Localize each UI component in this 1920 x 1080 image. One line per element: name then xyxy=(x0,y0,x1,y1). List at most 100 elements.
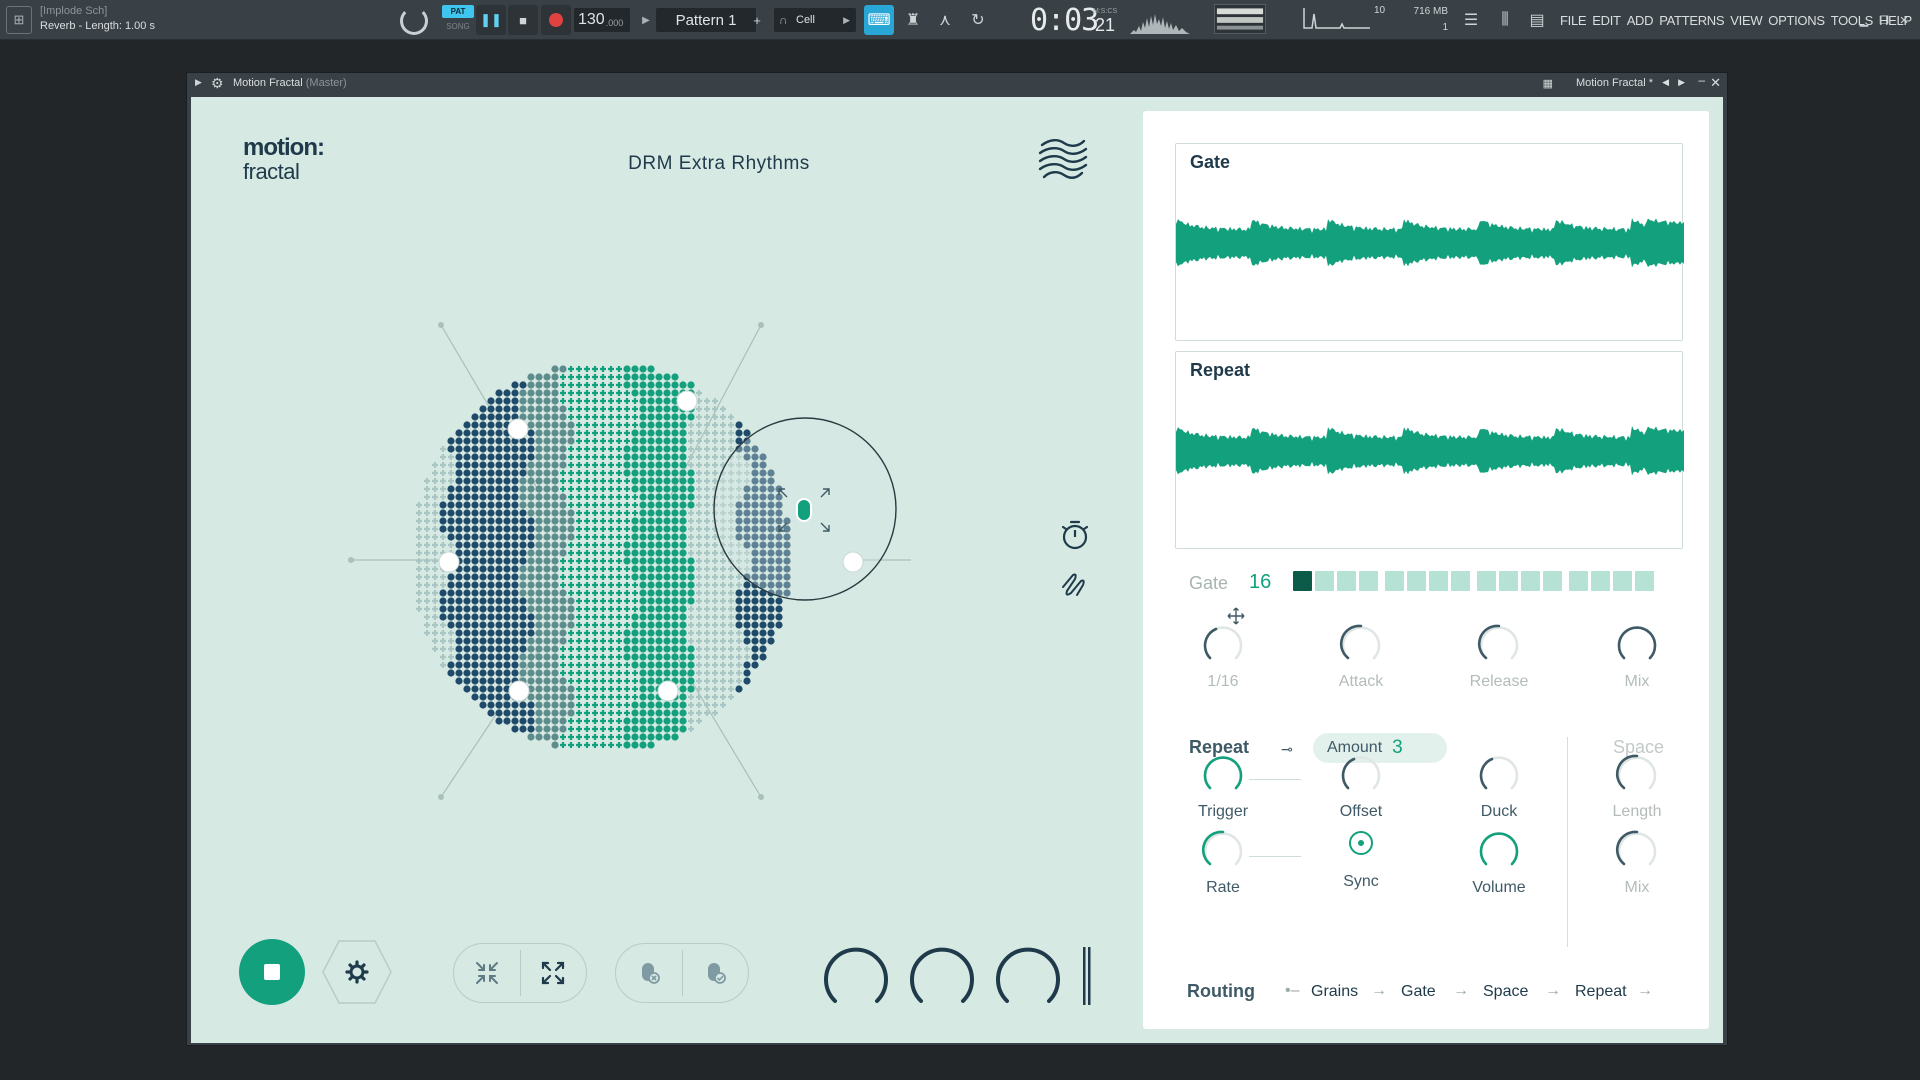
metronome-icon[interactable]: ♜ xyxy=(898,5,928,35)
wait-for-input-icon[interactable]: ⋏ xyxy=(930,5,960,35)
add-pattern-button[interactable]: + xyxy=(750,8,764,32)
collapse-button[interactable] xyxy=(454,944,520,1002)
mixer-icon[interactable]: ⫼ xyxy=(1490,5,1520,35)
gate-mix-knob[interactable]: Mix xyxy=(1592,621,1682,691)
plugin-titlebar[interactable]: ▶ ⚙ Motion Fractal (Master) ▦ Motion Fra… xyxy=(187,73,1727,95)
plugin-minimize-icon[interactable]: – xyxy=(1698,73,1705,87)
hint-bar-icon[interactable]: ⊞ xyxy=(6,6,32,34)
loop-record-icon[interactable]: ↻ xyxy=(963,5,993,35)
space-mix-knob[interactable]: Mix xyxy=(1592,827,1682,897)
expand-button[interactable] xyxy=(521,944,587,1002)
fractal-visualizer[interactable] xyxy=(291,267,911,827)
gate-step[interactable] xyxy=(1477,571,1496,591)
fractal-handle[interactable] xyxy=(842,551,864,573)
pattern-picker-arrow[interactable]: ▶ xyxy=(640,8,652,32)
menu-edit[interactable]: EDIT xyxy=(1592,13,1621,28)
fractal-handle[interactable] xyxy=(676,390,698,412)
fractal-dot xyxy=(519,533,527,541)
gate-step[interactable] xyxy=(1293,571,1312,591)
gate-step[interactable] xyxy=(1499,571,1518,591)
pat-song-switch[interactable]: PAT SONG xyxy=(442,5,474,35)
play-pause-button[interactable]: ❚❚ xyxy=(476,5,506,35)
draw-path-icon[interactable] xyxy=(1059,569,1091,601)
gate-step[interactable] xyxy=(1337,571,1356,591)
stop-button[interactable]: ■ xyxy=(508,5,538,35)
fractal-dot xyxy=(704,558,710,564)
fractal-dot xyxy=(439,589,447,597)
mouse-remove-button[interactable] xyxy=(616,944,682,1002)
chain-link-icon[interactable]: ⊸ xyxy=(1281,741,1293,758)
minimize-icon[interactable]: ▁ xyxy=(1856,12,1872,28)
routing-space[interactable]: Space xyxy=(1483,983,1528,1001)
space-length-knob[interactable]: Length xyxy=(1592,751,1682,821)
presets-icon[interactable]: ▦ xyxy=(1543,77,1553,90)
gate-step[interactable] xyxy=(1543,571,1562,591)
routing-repeat[interactable]: Repeat xyxy=(1575,983,1627,1001)
fractal-handle[interactable] xyxy=(507,418,529,440)
gate-rate-knob[interactable]: 1/16 xyxy=(1178,621,1268,691)
gate-step[interactable] xyxy=(1451,571,1470,591)
gate-step[interactable] xyxy=(1315,571,1334,591)
plugin-gear-icon[interactable]: ⚙ xyxy=(211,75,224,92)
snap-selector[interactable]: ∩ Cell ▶ xyxy=(774,8,856,32)
sync-toggle[interactable]: Sync xyxy=(1316,827,1406,891)
gate-step[interactable] xyxy=(1359,571,1378,591)
song-time[interactable]: 0:03 xyxy=(1030,2,1099,38)
pattern-selector[interactable]: Pattern 1 xyxy=(656,8,756,32)
master-volume-knob[interactable] xyxy=(400,7,428,35)
fractal-dot xyxy=(535,517,543,525)
timer-icon[interactable] xyxy=(1057,517,1093,553)
repeat-waveform-box[interactable]: Repeat xyxy=(1175,351,1684,549)
gate-step[interactable] xyxy=(1429,571,1448,591)
gate-step[interactable] xyxy=(1613,571,1632,591)
routing-gate[interactable]: Gate xyxy=(1401,983,1436,1001)
record-button[interactable] xyxy=(541,5,571,35)
waves-icon[interactable] xyxy=(1036,133,1090,187)
macro-knob-1[interactable] xyxy=(821,943,891,1013)
stop-button-main[interactable] xyxy=(239,939,305,1005)
typing-keyboard-icon[interactable]: ⌨ xyxy=(864,5,894,35)
next-preset-icon[interactable]: ▶ xyxy=(1678,77,1685,88)
volume-knob[interactable]: Volume xyxy=(1454,827,1544,897)
macro-knob-3[interactable] xyxy=(993,943,1063,1013)
gate-waveform-box[interactable]: Gate xyxy=(1175,143,1684,341)
gate-step[interactable] xyxy=(1569,571,1588,591)
gate-step[interactable] xyxy=(1635,571,1654,591)
close-icon[interactable]: ✕ xyxy=(1896,12,1912,28)
plugin-close-icon[interactable]: ✕ xyxy=(1710,75,1721,91)
gate-step[interactable] xyxy=(1591,571,1610,591)
fractal-dot xyxy=(495,661,503,669)
settings-button[interactable] xyxy=(321,939,393,1005)
macro-knob-2[interactable] xyxy=(907,943,977,1013)
menu-file[interactable]: FILE xyxy=(1560,13,1587,28)
fractal-handle[interactable] xyxy=(657,680,679,702)
preset-title[interactable]: DRM Extra Rhythms xyxy=(561,153,877,175)
routing-grains[interactable]: Grains xyxy=(1311,983,1358,1001)
plugin-window: ▶ ⚙ Motion Fractal (Master) ▦ Motion Fra… xyxy=(186,72,1728,1046)
duck-knob[interactable]: Duck xyxy=(1454,751,1544,821)
gate-step[interactable] xyxy=(1407,571,1426,591)
gate-steps-value[interactable]: 16 xyxy=(1249,571,1271,594)
playlist-icon[interactable]: ☰ xyxy=(1456,5,1486,35)
gate-step[interactable] xyxy=(1385,571,1404,591)
gate-attack-knob[interactable]: Attack xyxy=(1316,621,1406,691)
mouse-confirm-button[interactable] xyxy=(683,944,749,1002)
menu-patterns[interactable]: PATTERNS xyxy=(1659,13,1724,28)
gate-release-knob[interactable]: Release xyxy=(1454,621,1544,691)
fractal-dot xyxy=(439,613,447,621)
trigger-knob[interactable]: Trigger xyxy=(1178,751,1268,821)
gate-step[interactable] xyxy=(1521,571,1540,591)
menu-add[interactable]: ADD xyxy=(1627,13,1654,28)
menu-view[interactable]: VIEW xyxy=(1730,13,1762,28)
collapse-arrow-icon[interactable]: ▶ xyxy=(195,77,202,88)
channel-rack-icon[interactable]: ▤ xyxy=(1522,5,1552,35)
plugin-preset-name[interactable]: Motion Fractal * xyxy=(1576,77,1653,89)
fractal-handle[interactable] xyxy=(508,680,530,702)
restore-icon[interactable]: ❐ xyxy=(1876,12,1892,28)
offset-knob[interactable]: Offset xyxy=(1316,751,1406,821)
tempo-display[interactable]: 130.000 xyxy=(574,8,630,32)
menu-options[interactable]: OPTIONS xyxy=(1768,13,1825,28)
prev-preset-icon[interactable]: ◀ xyxy=(1662,77,1669,88)
fractal-handle[interactable] xyxy=(438,551,460,573)
rate-knob[interactable]: Rate xyxy=(1178,827,1268,897)
